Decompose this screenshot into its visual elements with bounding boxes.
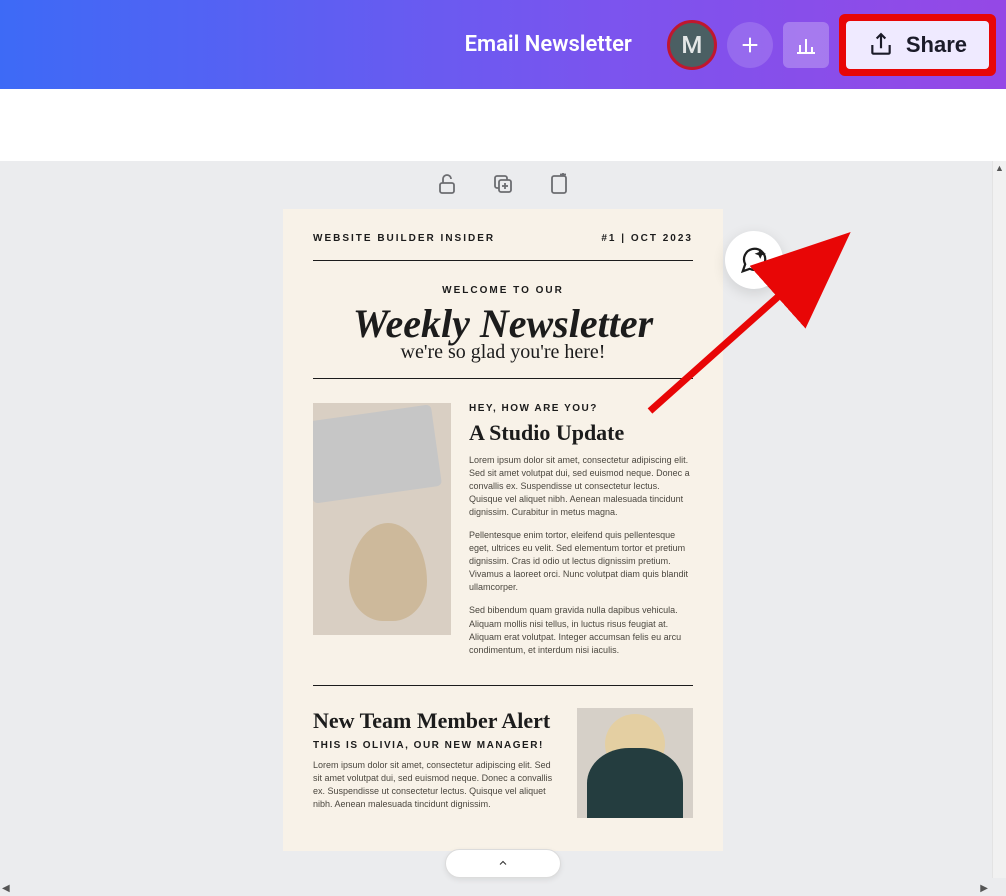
share-button[interactable]: Share xyxy=(846,21,989,69)
add-collaborator-button[interactable] xyxy=(727,22,773,68)
issue-label[interactable]: #1 | OCT 2023 xyxy=(601,233,693,244)
vertical-scrollbar[interactable]: ▲ xyxy=(992,161,1006,878)
sec1-paragraph-3[interactable]: Sed bibendum quam gravida nulla dapibus … xyxy=(469,604,693,656)
plus-icon xyxy=(739,34,761,56)
scroll-up-arrow[interactable]: ▲ xyxy=(993,161,1006,175)
share-icon xyxy=(868,32,894,58)
analytics-button[interactable] xyxy=(783,22,829,68)
page-strip-handle[interactable] xyxy=(0,849,1006,878)
masthead[interactable]: WEBSITE BUILDER INSIDER xyxy=(313,233,495,244)
ai-assist-button[interactable] xyxy=(725,231,783,289)
share-button-highlight: Share xyxy=(839,14,996,76)
add-page-button[interactable] xyxy=(544,169,574,199)
laptop-coffee-image[interactable] xyxy=(313,403,451,635)
newsletter-page[interactable]: WEBSITE BUILDER INSIDER #1 | OCT 2023 WE… xyxy=(283,209,723,851)
design-canvas[interactable]: WEBSITE BUILDER INSIDER #1 | OCT 2023 WE… xyxy=(0,161,1006,896)
duplicate-icon xyxy=(491,172,515,196)
document-title[interactable]: Email Newsletter xyxy=(465,32,632,57)
analytics-icon xyxy=(794,33,818,57)
chat-sparkle-icon xyxy=(739,245,769,275)
share-button-label: Share xyxy=(906,32,967,58)
newsletter-title[interactable]: Weekly Newsletter xyxy=(313,300,693,347)
sec2-heading[interactable]: New Team Member Alert xyxy=(313,708,559,734)
unlock-icon xyxy=(435,172,459,196)
sec1-paragraph-2[interactable]: Pellentesque enim tortor, eleifend quis … xyxy=(469,529,693,594)
welcome-eyebrow[interactable]: WELCOME TO OUR xyxy=(313,285,693,296)
sec2-body[interactable]: Lorem ipsum dolor sit amet, consectetur … xyxy=(313,759,559,811)
scroll-right-arrow[interactable]: ▶ xyxy=(980,883,988,894)
page-tools xyxy=(0,169,1006,199)
duplicate-page-button[interactable] xyxy=(488,169,518,199)
rule-mid xyxy=(313,378,693,379)
user-avatar[interactable]: M xyxy=(667,20,717,70)
sec1-paragraph-1[interactable]: Lorem ipsum dolor sit amet, consectetur … xyxy=(469,454,693,519)
sec2-subheading[interactable]: THIS IS OLIVIA, OUR NEW MANAGER! xyxy=(313,740,559,751)
section-studio-update: HEY, HOW ARE YOU? A Studio Update Lorem … xyxy=(313,403,693,667)
section-new-team-member: New Team Member Alert THIS IS OLIVIA, OU… xyxy=(313,685,693,821)
secondary-toolbar xyxy=(0,89,1006,161)
sec1-heading[interactable]: A Studio Update xyxy=(469,420,693,446)
app-topbar: Email Newsletter M Share xyxy=(0,0,1006,89)
scroll-left-arrow[interactable]: ◀ xyxy=(2,883,10,894)
sec1-eyebrow[interactable]: HEY, HOW ARE YOU? xyxy=(469,403,693,414)
newsletter-masthead-row[interactable]: WEBSITE BUILDER INSIDER #1 | OCT 2023 xyxy=(313,233,693,244)
chevron-up-icon xyxy=(494,857,512,869)
rule-top xyxy=(313,260,693,261)
lock-page-button[interactable] xyxy=(432,169,462,199)
add-page-icon xyxy=(547,172,571,196)
olivia-portrait-image[interactable] xyxy=(577,708,693,818)
